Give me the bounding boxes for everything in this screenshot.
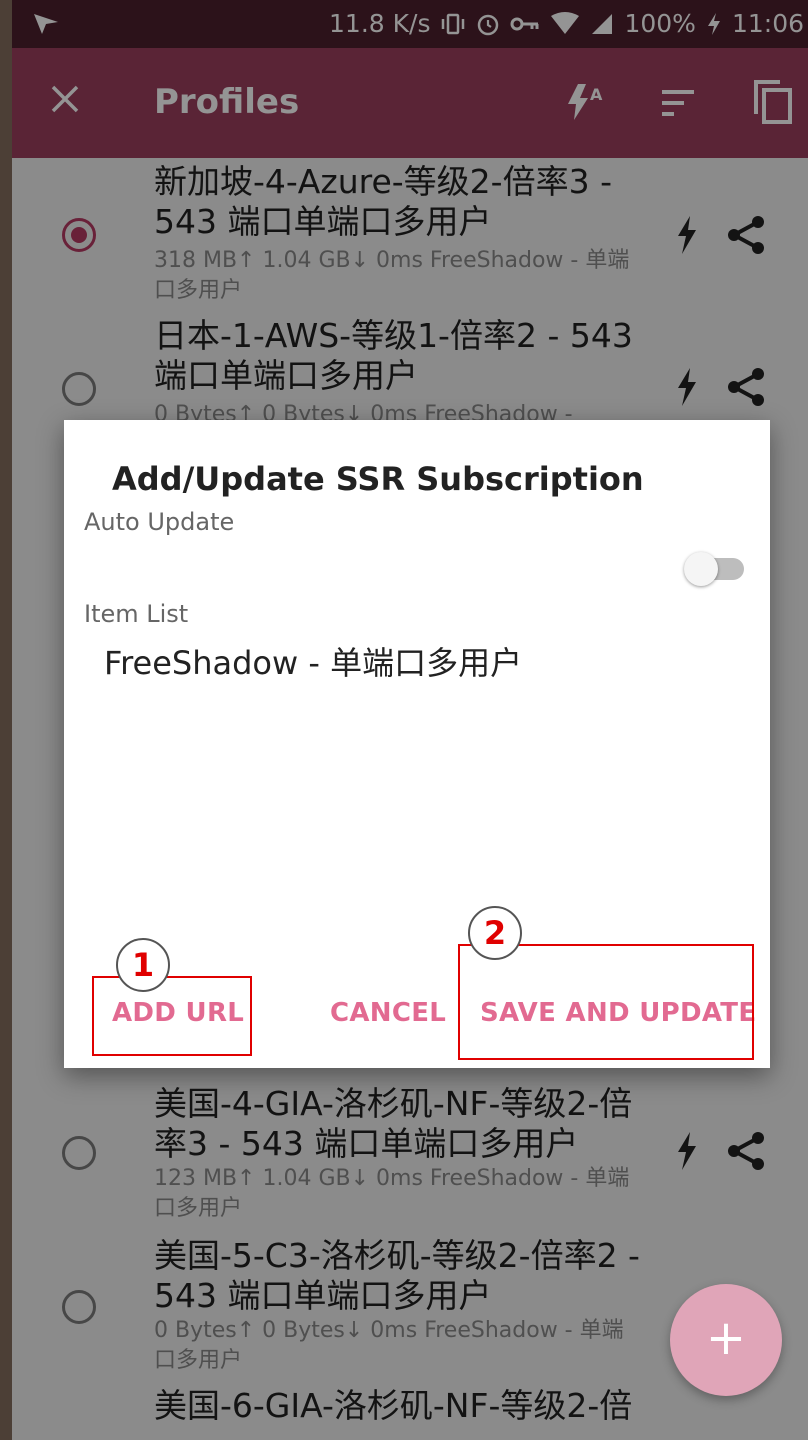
annotation-marker-1: 1: [116, 938, 170, 992]
switch-thumb: [684, 552, 718, 586]
item-list-label: Item List: [84, 600, 189, 628]
app-screen: 11.8 K/s 100% 11:06 Profiles A 新加坡-4-Azu…: [12, 0, 808, 1440]
auto-update-label: Auto Update: [84, 508, 235, 536]
auto-update-switch[interactable]: [684, 550, 746, 586]
subscription-dialog: Add/Update SSR Subscription Auto Update …: [64, 420, 770, 1068]
dialog-title: Add/Update SSR Subscription: [112, 460, 644, 498]
annotation-box-2: [458, 944, 754, 1060]
annotation-box-1: [92, 976, 252, 1056]
annotation-marker-2: 2: [468, 906, 522, 960]
cancel-button[interactable]: CANCEL: [330, 998, 446, 1028]
subscription-item[interactable]: FreeShadow - 单端口多用户: [104, 638, 522, 684]
add-profile-button[interactable]: +: [670, 1284, 782, 1396]
